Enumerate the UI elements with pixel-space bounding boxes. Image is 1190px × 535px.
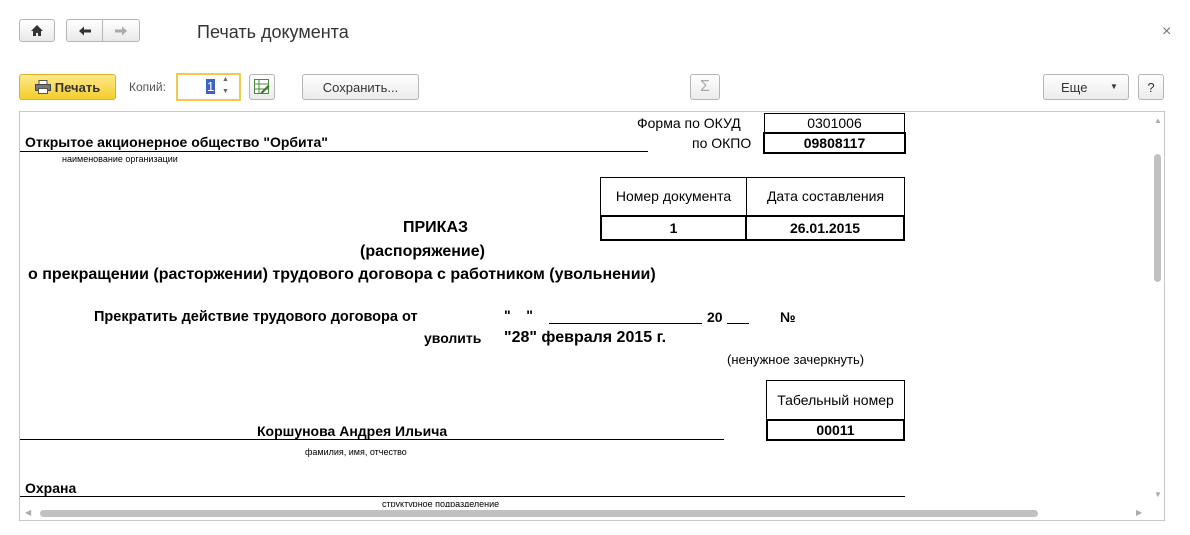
doc-date-header: Дата составления: [746, 177, 905, 216]
print-label: Печать: [54, 79, 101, 95]
chevron-down-icon: ▼: [1110, 82, 1118, 91]
okud-label: Форма по ОКУД: [637, 115, 741, 131]
sum-icon: Σ: [700, 78, 710, 95]
window-title: Печать документа: [197, 22, 349, 42]
help-button[interactable]: ?: [1138, 74, 1164, 100]
tab-number-header: Табельный номер: [766, 380, 905, 420]
more-label: Еще: [1061, 79, 1088, 95]
horizontal-scroll-thumb[interactable]: [40, 510, 1038, 517]
table-edit-icon: [254, 79, 270, 94]
strike-note: (ненужное зачеркнуть): [727, 352, 865, 367]
horizontal-scrollbar[interactable]: ◀ ▶: [20, 507, 1150, 520]
scroll-left-icon[interactable]: ◀: [25, 508, 31, 517]
department-name: Охрана: [25, 480, 77, 496]
home-icon: [31, 25, 43, 36]
dismiss-label: уволить: [424, 330, 482, 346]
terminate-date-line: [549, 323, 702, 324]
org-underline: [20, 151, 648, 152]
close-icon[interactable]: ×: [1162, 23, 1171, 41]
tab-number: 00011: [766, 419, 905, 441]
home-button[interactable]: [19, 19, 55, 42]
order-subtitle: (распоряжение): [360, 243, 485, 260]
terminate-quote: " ": [504, 307, 533, 323]
scroll-up-icon[interactable]: ▲: [1154, 116, 1162, 125]
terminate-year-line: [727, 323, 749, 324]
department-underline: [20, 496, 905, 497]
forward-button[interactable]: [102, 19, 140, 42]
sum-button[interactable]: Σ: [690, 74, 720, 100]
copies-label: Копий:: [129, 80, 166, 94]
scroll-right-icon[interactable]: ▶: [1136, 508, 1142, 517]
back-button[interactable]: [66, 19, 103, 42]
doc-number: 1: [600, 215, 747, 241]
order-subject: о прекращении (расторжении) трудового до…: [28, 266, 656, 283]
employee-underline: [20, 439, 724, 440]
arrow-left-icon: [78, 26, 91, 35]
save-button[interactable]: Сохранить...: [302, 74, 419, 100]
copies-stepper[interactable]: 1 ▲ ▼: [176, 73, 241, 101]
printer-icon: [34, 80, 51, 94]
okud-code: 0301006: [764, 113, 905, 133]
okpo-code: 09808117: [763, 132, 906, 154]
stepper-down-icon[interactable]: ▼: [222, 88, 229, 95]
print-button[interactable]: Печать: [19, 74, 116, 100]
vertical-scrollbar[interactable]: ▲ ▼: [1151, 112, 1164, 520]
copies-input[interactable]: 1: [206, 79, 216, 94]
doc-number-header: Номер документа: [600, 177, 747, 216]
org-name: Открытое акционерное общество "Орбита": [25, 134, 328, 150]
org-caption: наименование организации: [62, 154, 178, 164]
vertical-scroll-thumb[interactable]: [1154, 154, 1161, 282]
dismiss-date: "28" февраля 2015 г.: [504, 329, 667, 346]
terminate-year: 20: [707, 309, 723, 325]
order-title: ПРИКАЗ: [403, 219, 469, 236]
document-preview[interactable]: Форма по ОКУД 0301006 по ОКПО 09808117 О…: [19, 111, 1165, 521]
arrow-right-icon: [115, 26, 127, 35]
scroll-down-icon[interactable]: ▼: [1154, 490, 1162, 499]
doc-date: 26.01.2015: [745, 215, 905, 241]
stepper-up-icon[interactable]: ▲: [222, 76, 229, 83]
okpo-label: по ОКПО: [692, 135, 752, 151]
terminate-label: Прекратить действие трудового договора о…: [94, 309, 418, 325]
more-button[interactable]: Еще ▼: [1043, 74, 1129, 100]
table-settings-button[interactable]: [249, 74, 275, 100]
employee-caption: фамилия, имя, отчество: [305, 447, 407, 457]
terminate-number: №: [780, 309, 796, 325]
employee-name: Коршунова Андрея Ильича: [257, 423, 448, 439]
